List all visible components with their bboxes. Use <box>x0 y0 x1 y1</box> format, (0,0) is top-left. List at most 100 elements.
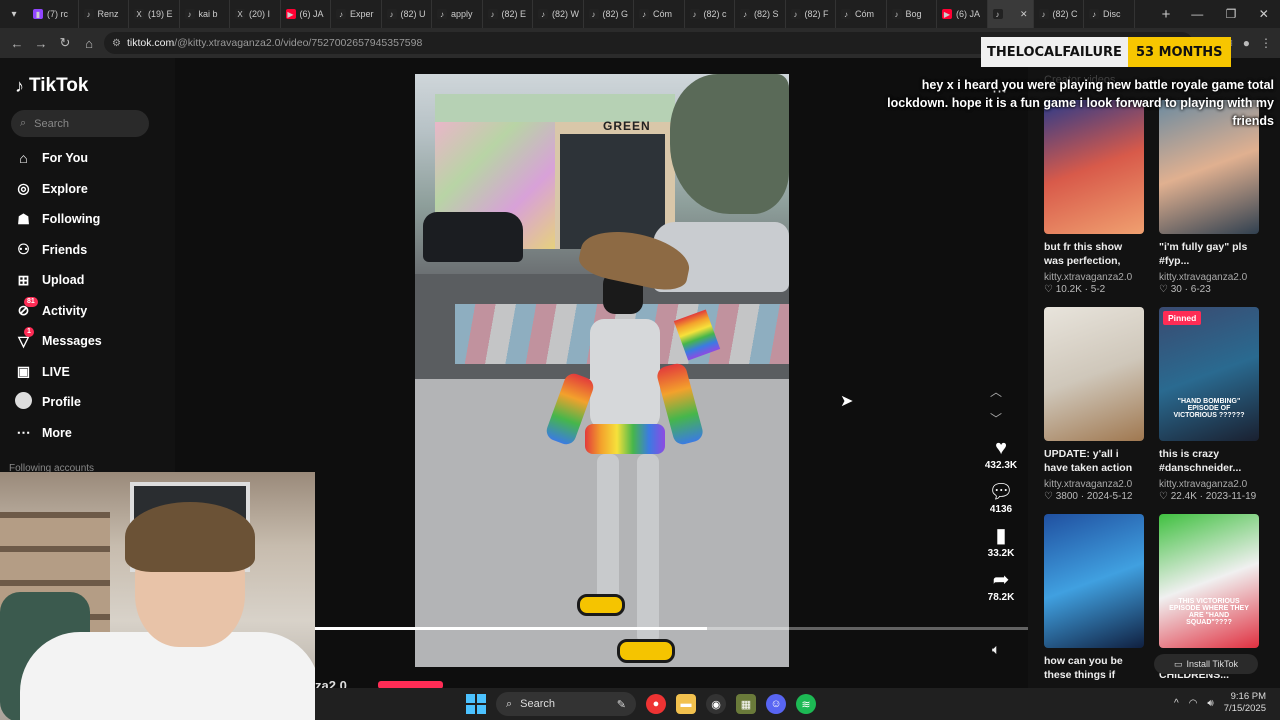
video-thumbnail[interactable]: Pinned "HAND BOMBING" EPISODE OF VICTORIO… <box>1159 307 1259 441</box>
browser-tab[interactable]: ♪ Cóm <box>634 0 685 28</box>
sidebar-item-label: Following <box>42 212 101 227</box>
sidebar-item-for-you[interactable]: ⌂ For You <box>15 143 102 174</box>
clock[interactable]: 9:16 PM 7/15/2025 <box>1224 691 1266 715</box>
video-thumbnail[interactable] <box>1044 514 1144 648</box>
browser-tab[interactable]: ♪ (82) c <box>685 0 735 28</box>
browser-tab[interactable]: ♪ (82) G <box>584 0 634 28</box>
browser-tab[interactable]: ▶ (6) JA <box>281 0 331 28</box>
like-button[interactable]: ♥ 432.3K <box>985 436 1017 480</box>
browser-tab[interactable]: ♪ Disc <box>1084 0 1135 28</box>
next-video-icon[interactable]: ﹀ <box>990 410 1002 427</box>
chat-message-overlay: hey x i heard you were playing new battl… <box>887 78 1274 128</box>
sidebar-item-messages[interactable]: ▽ 1 Messages <box>15 326 102 357</box>
video-player[interactable]: GREEN <box>415 74 789 667</box>
browser-tab[interactable]: ♪ Renz <box>79 0 129 28</box>
tab-search-icon[interactable]: ▾ <box>0 0 28 28</box>
video-date: 6-23 <box>1190 284 1211 295</box>
browser-tab[interactable]: ♪ (82) W <box>533 0 584 28</box>
file-explorer-icon[interactable]: ▬ <box>676 694 696 714</box>
start-icon[interactable] <box>466 694 486 714</box>
sidebar-item-activity[interactable]: ⊘ 81 Activity <box>15 296 102 327</box>
video-account[interactable]: kitty.xtravaganza2.0 <box>1044 479 1144 490</box>
home-icon[interactable]: ⌂ <box>80 36 98 51</box>
browser-tab[interactable]: ▶ (6) JA <box>937 0 988 28</box>
browser-tab[interactable]: X (19) E <box>129 0 180 28</box>
tiktok-icon: ♪ <box>740 9 750 19</box>
sidebar-item-profile[interactable]: Profile <box>15 387 102 418</box>
video-caption[interactable]: "i'm fully gay" pls #fyp... <box>1159 240 1259 270</box>
site-info-icon[interactable]: ⚙ <box>112 38 121 49</box>
browser-tab[interactable]: ♪ (82) S <box>735 0 786 28</box>
browser-tab[interactable]: ♪ (82) E <box>483 0 533 28</box>
app-icon[interactable]: ▦ <box>736 694 756 714</box>
video-thumbnail[interactable] <box>1044 307 1144 441</box>
video-account[interactable]: kitty.xtravaganza2.0 <box>1159 272 1259 283</box>
video-date: 5-2 <box>1090 284 1106 295</box>
wifi-icon[interactable]: ◠ <box>1189 698 1198 709</box>
back-icon[interactable]: ← <box>8 36 26 51</box>
sidebar-item-live[interactable]: ▣ LIVE <box>15 357 102 388</box>
browser-tab[interactable]: ♪ Exper <box>331 0 382 28</box>
browser-tab[interactable]: ♪ (82) C <box>1034 0 1084 28</box>
sidebar-item-label: LIVE <box>42 364 70 379</box>
prev-video-icon[interactable]: ︿ <box>990 383 1002 400</box>
tiktok-icon: ♪ <box>386 9 397 19</box>
browser-tab[interactable]: ♪ (82) F <box>786 0 836 28</box>
taskbar-search[interactable]: ⌕ Search ✎ <box>496 692 636 716</box>
video-progress-bar[interactable] <box>315 627 1028 630</box>
discord-icon[interactable]: ☺ <box>766 694 786 714</box>
comment-button[interactable]: 💬︎ 4136 <box>988 480 1013 524</box>
search-input[interactable]: ⌕ Search <box>11 110 149 137</box>
browser-tab[interactable]: X (20) I <box>230 0 281 28</box>
video-caption[interactable]: how can you be these things if you'... <box>1044 654 1144 684</box>
obs-icon[interactable]: ◉ <box>706 694 726 714</box>
browser-tab[interactable]: ♪ Cóm <box>836 0 887 28</box>
tab-label: (6) JA <box>956 9 981 19</box>
sidebar-item-more[interactable]: ⋯ More <box>15 418 102 449</box>
maximize-icon[interactable]: ❐ <box>1226 7 1237 21</box>
heart-icon: ♥ <box>995 437 1007 459</box>
sidebar-item-upload[interactable]: ⊞ Upload <box>15 265 102 296</box>
video-card[interactable]: Pinned "HAND BOMBING" EPISODE OF VICTORIO… <box>1159 307 1259 502</box>
browser-tab[interactable]: ♪ ✕ <box>987 0 1034 28</box>
browser-tab[interactable]: ♪ kai b <box>180 0 230 28</box>
sidebar-item-label: Explore <box>42 181 88 196</box>
video-card[interactable]: how can you be these things if you'... <box>1044 514 1144 684</box>
sidebar-item-explore[interactable]: ◎ Explore <box>15 174 102 205</box>
volume-icon[interactable]: 🔈︎ <box>992 641 1000 658</box>
video-account[interactable]: kitty.xtravaganza2.0 <box>1159 479 1259 490</box>
sidebar-item-label: Friends <box>42 242 88 257</box>
sidebar-item-following[interactable]: ☗ Following <box>15 204 102 235</box>
close-window-icon[interactable]: ✕ <box>1259 7 1269 21</box>
share-button[interactable]: ➦ 78.2K <box>988 568 1015 612</box>
forward-icon[interactable]: → <box>32 36 50 51</box>
reload-icon[interactable]: ↻ <box>56 35 74 51</box>
video-card[interactable]: UPDATE: y'all i have taken action agains… <box>1044 307 1144 502</box>
speaker-icon[interactable]: 🔊︎ <box>1207 698 1213 709</box>
video-caption[interactable]: but fr this show was perfection, blue at… <box>1044 240 1144 270</box>
avatar[interactable]: ● <box>1243 36 1250 51</box>
tiktok-icon: ♪ <box>992 9 1003 19</box>
video-thumbnail[interactable]: THIS VICTORIOUS EPISODE WHERE THEY ARE "… <box>1159 514 1259 648</box>
browser-tab[interactable]: ♪ Bog <box>887 0 937 28</box>
save-button[interactable]: ▮ 33.2K <box>988 524 1015 568</box>
video-caption[interactable]: this is crazy #danschneider... <box>1159 447 1259 477</box>
sidebar-item-friends[interactable]: ⚇ Friends <box>15 235 102 266</box>
video-caption[interactable]: UPDATE: y'all i have taken action agains… <box>1044 447 1144 477</box>
action-bar: ♥ 432.3K 💬︎ 4136 ▮ 33.2K ➦ 78.2K <box>975 436 1027 612</box>
browser-menu-icon[interactable]: ⋮ <box>1260 36 1272 51</box>
minimize-icon[interactable]: — <box>1191 7 1203 21</box>
tray-chevron-icon[interactable]: ^ <box>1174 698 1179 709</box>
browser-tab[interactable]: ♪ (82) U <box>382 0 432 28</box>
spotify-icon[interactable]: ≋ <box>796 694 816 714</box>
install-tiktok-button[interactable]: ▭ Install TikTok <box>1154 654 1258 674</box>
video-account[interactable]: kitty.xtravaganza2.0 <box>1044 272 1144 283</box>
browser-tab-strip: ▾ ▮ (7) rc ♪ Renz X (19) E ♪ kai b X (20) I ▶ (6) J… <box>0 0 1280 28</box>
tiktok-icon: ♪ <box>790 9 801 19</box>
new-tab-button[interactable]: + <box>1152 6 1180 23</box>
chrome-icon[interactable]: ● <box>646 694 666 714</box>
tiktok-logo[interactable]: ♪ TikTok <box>15 75 88 97</box>
close-tab-icon[interactable]: ✕ <box>1020 9 1028 20</box>
browser-tab[interactable]: ♪ apply <box>432 0 483 28</box>
browser-tab[interactable]: ▮ (7) rc <box>28 0 79 28</box>
